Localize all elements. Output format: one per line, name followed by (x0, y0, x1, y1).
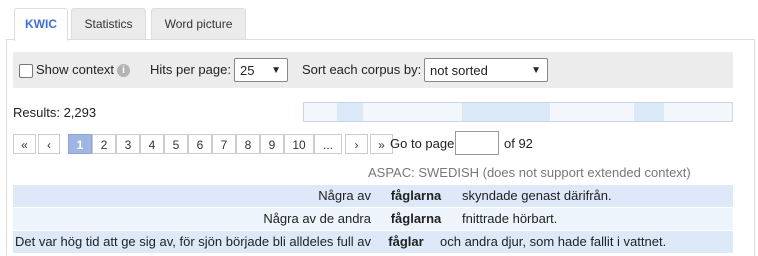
left-context: Några av (318, 188, 371, 203)
page-button[interactable]: 4 (140, 134, 164, 154)
kwic-row[interactable]: Några av de andra fåglarna fnittrade hör… (13, 208, 733, 230)
timeline-segment (462, 103, 550, 121)
next-page-button[interactable]: › (345, 134, 368, 154)
chevron-down-icon: ▼ (531, 65, 541, 76)
sort-label: Sort each corpus by: (302, 62, 422, 77)
keyword[interactable]: fåglar (375, 231, 437, 253)
keyword[interactable]: fåglarna (374, 185, 458, 207)
hits-per-page-value: 25 (240, 63, 255, 78)
page-button[interactable]: 6 (188, 134, 212, 154)
goto-page-input[interactable] (455, 131, 499, 155)
tab-statistics[interactable]: Statistics (71, 8, 146, 39)
prev-page-button[interactable]: ‹ (38, 134, 60, 154)
hits-per-page-select[interactable]: 25 ▼ (234, 58, 288, 82)
show-context-text: Show context (36, 62, 115, 77)
left-context: Det var hög tid att ge sig av, för sjön … (14, 234, 371, 249)
tab-word-picture[interactable]: Word picture (151, 8, 246, 39)
page-button[interactable]: 7 (212, 134, 236, 154)
show-context-checkbox[interactable] (19, 64, 33, 78)
page-button[interactable]: 3 (116, 134, 140, 154)
sort-value: not sorted (430, 63, 488, 78)
page-ellipsis: ... (314, 134, 342, 154)
page-button[interactable]: 10 (284, 134, 314, 154)
hits-per-page-label: Hits per page: (150, 62, 231, 77)
left-context: Några av de andra (263, 211, 371, 226)
sort-select[interactable]: not sorted ▼ (424, 58, 548, 82)
kwic-options-bar: Show context i Hits per page: 25 ▼ Sort e… (13, 52, 733, 88)
chevron-down-icon: ▼ (271, 65, 281, 76)
tab-bar: KWIC Statistics Word picture (6, 4, 754, 41)
corpus-heading: ASPAC: SWEDISH (does not support extende… (368, 165, 691, 180)
timeline-segment (634, 103, 664, 121)
info-icon[interactable]: i (117, 64, 131, 78)
total-pages-label: of 92 (504, 136, 533, 151)
right-context: och andra djur, som hade fallit i vattne… (440, 234, 667, 249)
keyword[interactable]: fåglarna (374, 208, 458, 230)
right-context: skyndade genast därifrån. (462, 188, 612, 203)
page-button[interactable]: 1 (68, 134, 92, 154)
page-button[interactable]: 2 (92, 134, 116, 154)
page-button[interactable]: 9 (260, 134, 284, 154)
kwic-row[interactable]: Några av fåglarna skyndade genast därifr… (13, 185, 733, 207)
page-button[interactable]: 8 (236, 134, 260, 154)
right-context: fnittrade hörbart. (462, 211, 558, 226)
timeline-segment (337, 103, 363, 121)
show-context-label: Show context i (36, 52, 131, 88)
results-count: Results: 2,293 (13, 105, 97, 120)
tab-kwic[interactable]: KWIC (14, 8, 68, 41)
kwic-row[interactable]: Det var hög tid att ge sig av, för sjön … (13, 231, 733, 253)
goto-page-label: Go to page (390, 136, 455, 151)
page-button[interactable]: 5 (164, 134, 188, 154)
hits-timeline[interactable] (303, 102, 733, 122)
first-page-button[interactable]: « (13, 134, 36, 154)
